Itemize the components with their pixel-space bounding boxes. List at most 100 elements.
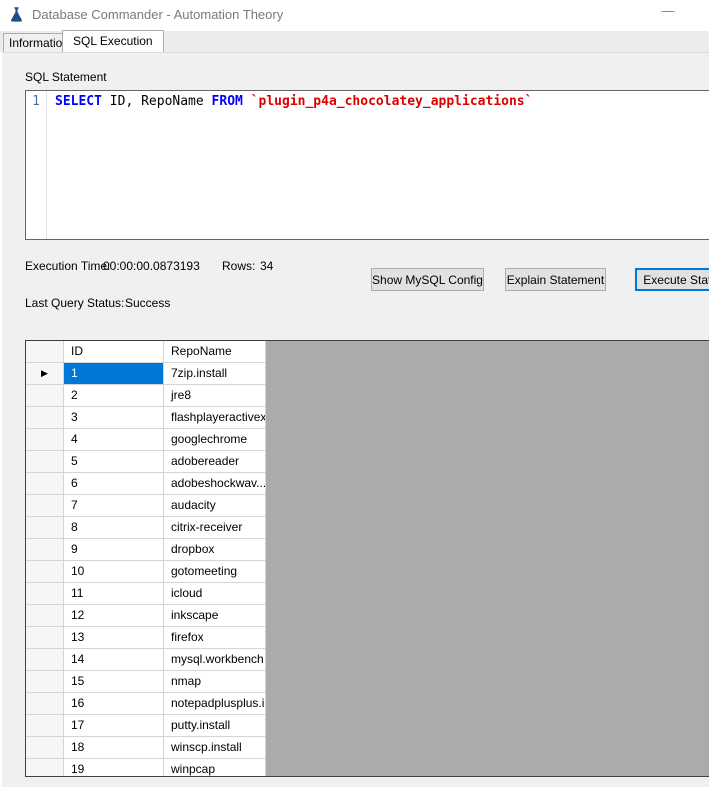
row-header-cell[interactable] [26, 583, 64, 605]
column-header-id[interactable]: ID [64, 341, 164, 363]
results-grid[interactable]: ID RepoName ▶17zip.install2jre83flashpla… [25, 340, 709, 777]
grid-cell-id[interactable]: 15 [64, 671, 164, 693]
sql-code-line[interactable]: SELECT ID, RepoName FROM `plugin_p4a_cho… [47, 91, 709, 239]
table-row: 5adobereader [26, 451, 709, 473]
row-header-cell[interactable] [26, 429, 64, 451]
table-row: 16notepadplusplus.i... [26, 693, 709, 715]
sql-editor[interactable]: 1 SELECT ID, RepoName FROM `plugin_p4a_c… [25, 90, 709, 240]
minimize-button[interactable]: — [648, 0, 688, 26]
grid-cell-reponame[interactable]: audacity [164, 495, 266, 517]
grid-cell-reponame[interactable]: inkscape [164, 605, 266, 627]
grid-cell-id[interactable]: 7 [64, 495, 164, 517]
sql-token-keyword: FROM [212, 94, 243, 109]
row-header-cell[interactable] [26, 517, 64, 539]
row-header-cell[interactable] [26, 627, 64, 649]
row-header-cell[interactable] [26, 693, 64, 715]
grid-cell-reponame[interactable]: icloud [164, 583, 266, 605]
execute-statement-button[interactable]: Execute Statement [635, 268, 709, 291]
grid-cell-id[interactable]: 9 [64, 539, 164, 561]
table-row: ▶17zip.install [26, 363, 709, 385]
table-row: 4googlechrome [26, 429, 709, 451]
last-query-status-label: Last Query Status: [25, 296, 124, 310]
grid-cell-reponame[interactable]: firefox [164, 627, 266, 649]
grid-cell-reponame[interactable]: gotomeeting [164, 561, 266, 583]
grid-cell-reponame[interactable]: adobeshockwav... [164, 473, 266, 495]
table-row: 7audacity [26, 495, 709, 517]
grid-cell-reponame[interactable]: dropbox [164, 539, 266, 561]
row-header-cell-current[interactable]: ▶ [26, 363, 64, 385]
line-number: 1 [32, 94, 40, 109]
tab-sql-execution[interactable]: SQL Execution [62, 30, 164, 52]
grid-cell-reponame[interactable]: winscp.install [164, 737, 266, 759]
grid-cell-id[interactable]: 8 [64, 517, 164, 539]
column-header-reponame[interactable]: RepoName [164, 341, 266, 363]
grid-cell-id[interactable]: 10 [64, 561, 164, 583]
row-header-cell[interactable] [26, 407, 64, 429]
grid-cell-id[interactable]: 18 [64, 737, 164, 759]
table-row: 18winscp.install [26, 737, 709, 759]
grid-cell-reponame[interactable]: 7zip.install [164, 363, 266, 385]
sql-token-plain: ID, RepoName [102, 94, 212, 109]
row-header-cell[interactable] [26, 715, 64, 737]
grid-cell-reponame[interactable]: googlechrome [164, 429, 266, 451]
grid-cell-id[interactable]: 16 [64, 693, 164, 715]
table-row: 17putty.install [26, 715, 709, 737]
grid-cell-reponame[interactable]: adobereader [164, 451, 266, 473]
explain-statement-button[interactable]: Explain Statement [505, 268, 606, 291]
grid-cell-reponame[interactable]: citrix-receiver [164, 517, 266, 539]
grid-cell-id[interactable]: 17 [64, 715, 164, 737]
grid-corner-cell[interactable] [26, 341, 64, 363]
table-row: 8citrix-receiver [26, 517, 709, 539]
table-row: 10gotomeeting [26, 561, 709, 583]
table-row: 19winpcap [26, 759, 709, 777]
row-header-cell[interactable] [26, 385, 64, 407]
row-header-cell[interactable] [26, 649, 64, 671]
table-row: 13firefox [26, 627, 709, 649]
execution-time-label: Execution Time: [25, 259, 110, 273]
grid-cell-id[interactable]: 6 [64, 473, 164, 495]
last-query-status-value: Success [125, 296, 170, 310]
table-row: 14mysql.workbench [26, 649, 709, 671]
grid-cell-id[interactable]: 5 [64, 451, 164, 473]
table-row: 2jre8 [26, 385, 709, 407]
grid-cell-id[interactable]: 3 [64, 407, 164, 429]
grid-cell-reponame[interactable]: mysql.workbench [164, 649, 266, 671]
rows-label: Rows: [222, 259, 255, 273]
rows-value: 34 [260, 259, 273, 273]
sql-token-plain [243, 94, 251, 109]
table-row: 12inkscape [26, 605, 709, 627]
grid-cell-reponame[interactable]: jre8 [164, 385, 266, 407]
grid-cell-id[interactable]: 1 [64, 363, 164, 385]
grid-cell-reponame[interactable]: notepadplusplus.i... [164, 693, 266, 715]
row-header-cell[interactable] [26, 737, 64, 759]
row-header-cell[interactable] [26, 759, 64, 777]
table-row: 15nmap [26, 671, 709, 693]
grid-cell-reponame[interactable]: putty.install [164, 715, 266, 737]
title-bar: Database Commander - Automation Theory — [0, 0, 709, 30]
grid-cell-reponame[interactable]: winpcap [164, 759, 266, 777]
window-title: Database Commander - Automation Theory [32, 7, 283, 22]
sql-token-string: `plugin_p4a_chocolatey_applications` [251, 94, 533, 109]
table-row: 3flashplayeractivex [26, 407, 709, 429]
row-header-cell[interactable] [26, 451, 64, 473]
row-header-cell[interactable] [26, 561, 64, 583]
grid-cell-reponame[interactable]: nmap [164, 671, 266, 693]
table-row: 6adobeshockwav... [26, 473, 709, 495]
row-header-cell[interactable] [26, 495, 64, 517]
row-header-cell[interactable] [26, 605, 64, 627]
grid-cell-id[interactable]: 13 [64, 627, 164, 649]
grid-cell-id[interactable]: 19 [64, 759, 164, 777]
grid-header-row: ID RepoName [26, 341, 709, 363]
grid-cell-id[interactable]: 12 [64, 605, 164, 627]
grid-cell-id[interactable]: 14 [64, 649, 164, 671]
grid-cell-id[interactable]: 4 [64, 429, 164, 451]
show-mysql-config-button[interactable]: Show MySQL Config [371, 268, 484, 291]
row-header-cell[interactable] [26, 473, 64, 495]
grid-cell-id[interactable]: 11 [64, 583, 164, 605]
row-header-cell[interactable] [26, 539, 64, 561]
table-row: 11icloud [26, 583, 709, 605]
grid-cell-reponame[interactable]: flashplayeractivex [164, 407, 266, 429]
row-header-cell[interactable] [26, 671, 64, 693]
flask-logo-icon[interactable] [8, 6, 25, 23]
grid-cell-id[interactable]: 2 [64, 385, 164, 407]
